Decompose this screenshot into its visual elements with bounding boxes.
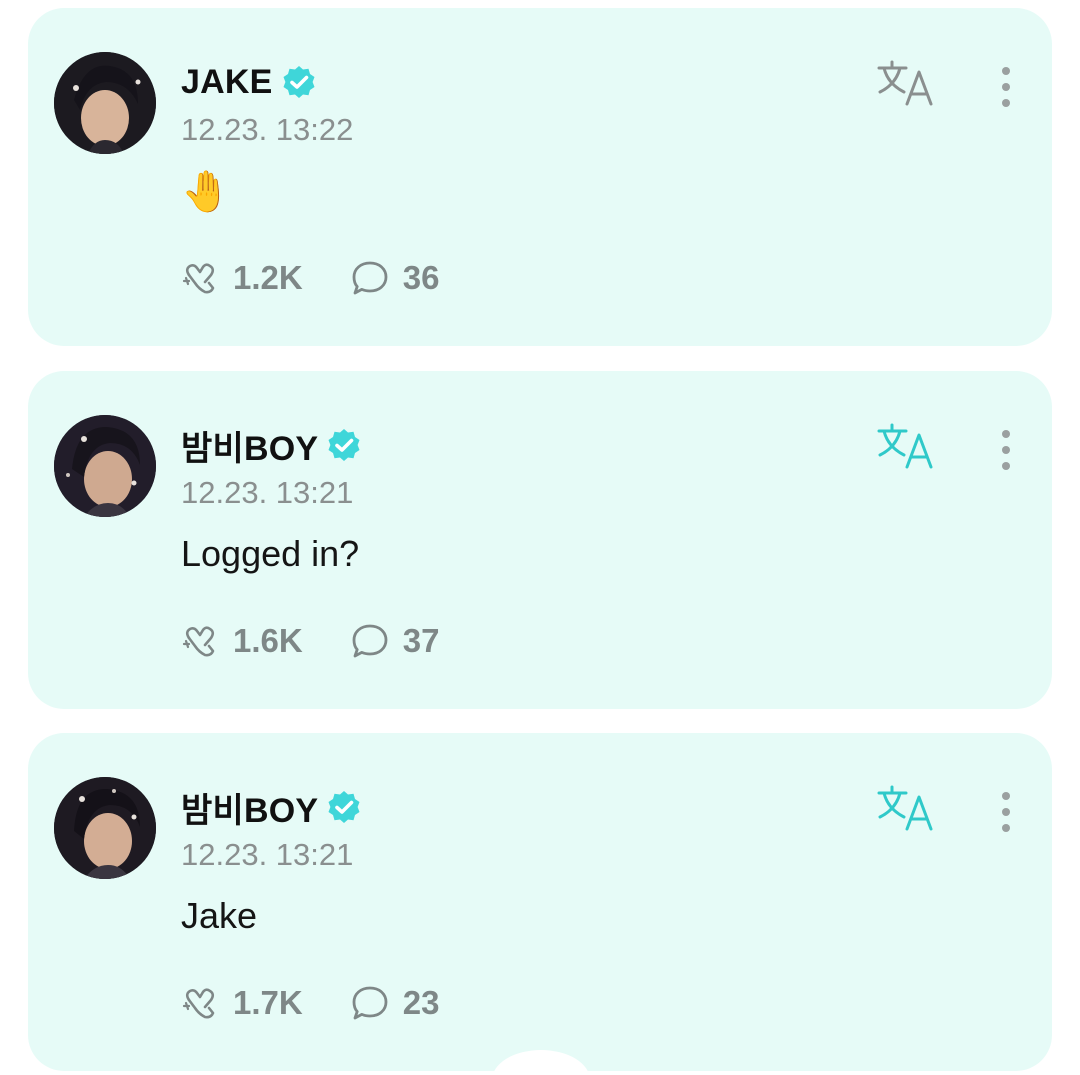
comment-bubble-icon — [352, 986, 388, 1020]
timestamp: 12.23. 13:22 — [181, 112, 354, 147]
comment-stat[interactable]: 37 — [351, 622, 440, 660]
author-name[interactable]: 밤비BOY — [181, 421, 318, 470]
post-message: Jake — [181, 895, 258, 936]
post-stats: 1.6K 37 — [181, 619, 487, 663]
reaction-count: 1.6K — [233, 622, 303, 659]
more-vertical-icon[interactable] — [996, 427, 1016, 473]
reaction-heart-icon — [182, 988, 215, 1019]
translate-icon[interactable] — [876, 60, 934, 108]
post-feed: JAKE 12.23. 13:22 🤚 1.2K 36 밤비BOY 12.23.… — [0, 0, 1080, 1075]
translate-icon[interactable] — [876, 785, 934, 833]
avatar[interactable] — [54, 52, 156, 154]
reaction-heart-icon — [182, 626, 215, 657]
author-name[interactable]: JAKE — [181, 63, 273, 102]
comment-bubble-icon — [352, 624, 388, 658]
reaction-stat[interactable]: 1.2K — [181, 259, 303, 297]
avatar[interactable] — [54, 777, 156, 879]
timestamp: 12.23. 13:21 — [181, 475, 354, 510]
comment-count: 23 — [402, 984, 440, 1021]
comment-stat[interactable]: 36 — [351, 259, 440, 297]
post-card[interactable]: 밤비BOY 12.23. 13:21 Logged in? 1.6K 37 — [28, 371, 1052, 709]
reaction-stat[interactable]: 1.7K — [181, 984, 303, 1022]
post-stats: 1.2K 36 — [181, 256, 487, 300]
post-card[interactable]: JAKE 12.23. 13:22 🤚 1.2K 36 — [28, 8, 1052, 346]
post-stats: 1.7K 23 — [181, 981, 487, 1025]
post-message: Logged in? — [181, 533, 360, 574]
reaction-stat[interactable]: 1.6K — [181, 622, 303, 660]
verified-badge-icon — [283, 66, 314, 98]
comment-count: 37 — [402, 622, 440, 659]
reaction-heart-icon — [182, 263, 215, 294]
post-message: 🤚 — [181, 170, 231, 214]
comment-stat[interactable]: 23 — [351, 984, 440, 1022]
comment-count: 36 — [402, 259, 440, 296]
avatar[interactable] — [54, 415, 156, 517]
more-vertical-icon[interactable] — [996, 64, 1016, 110]
comment-bubble-icon — [352, 261, 388, 295]
author-row: JAKE — [181, 58, 317, 106]
verified-badge-icon — [328, 791, 360, 823]
timestamp: 12.23. 13:21 — [181, 837, 354, 872]
reaction-count: 1.7K — [233, 984, 303, 1021]
author-row: 밤비BOY — [181, 783, 362, 831]
author-name[interactable]: 밤비BOY — [181, 783, 318, 832]
verified-badge-icon — [328, 429, 360, 461]
author-row: 밤비BOY — [181, 421, 362, 469]
post-card[interactable]: 밤비BOY 12.23. 13:21 Jake 1.7K 23 — [28, 733, 1052, 1071]
translate-icon[interactable] — [876, 423, 934, 471]
reaction-count: 1.2K — [233, 259, 303, 296]
more-vertical-icon[interactable] — [996, 789, 1016, 835]
